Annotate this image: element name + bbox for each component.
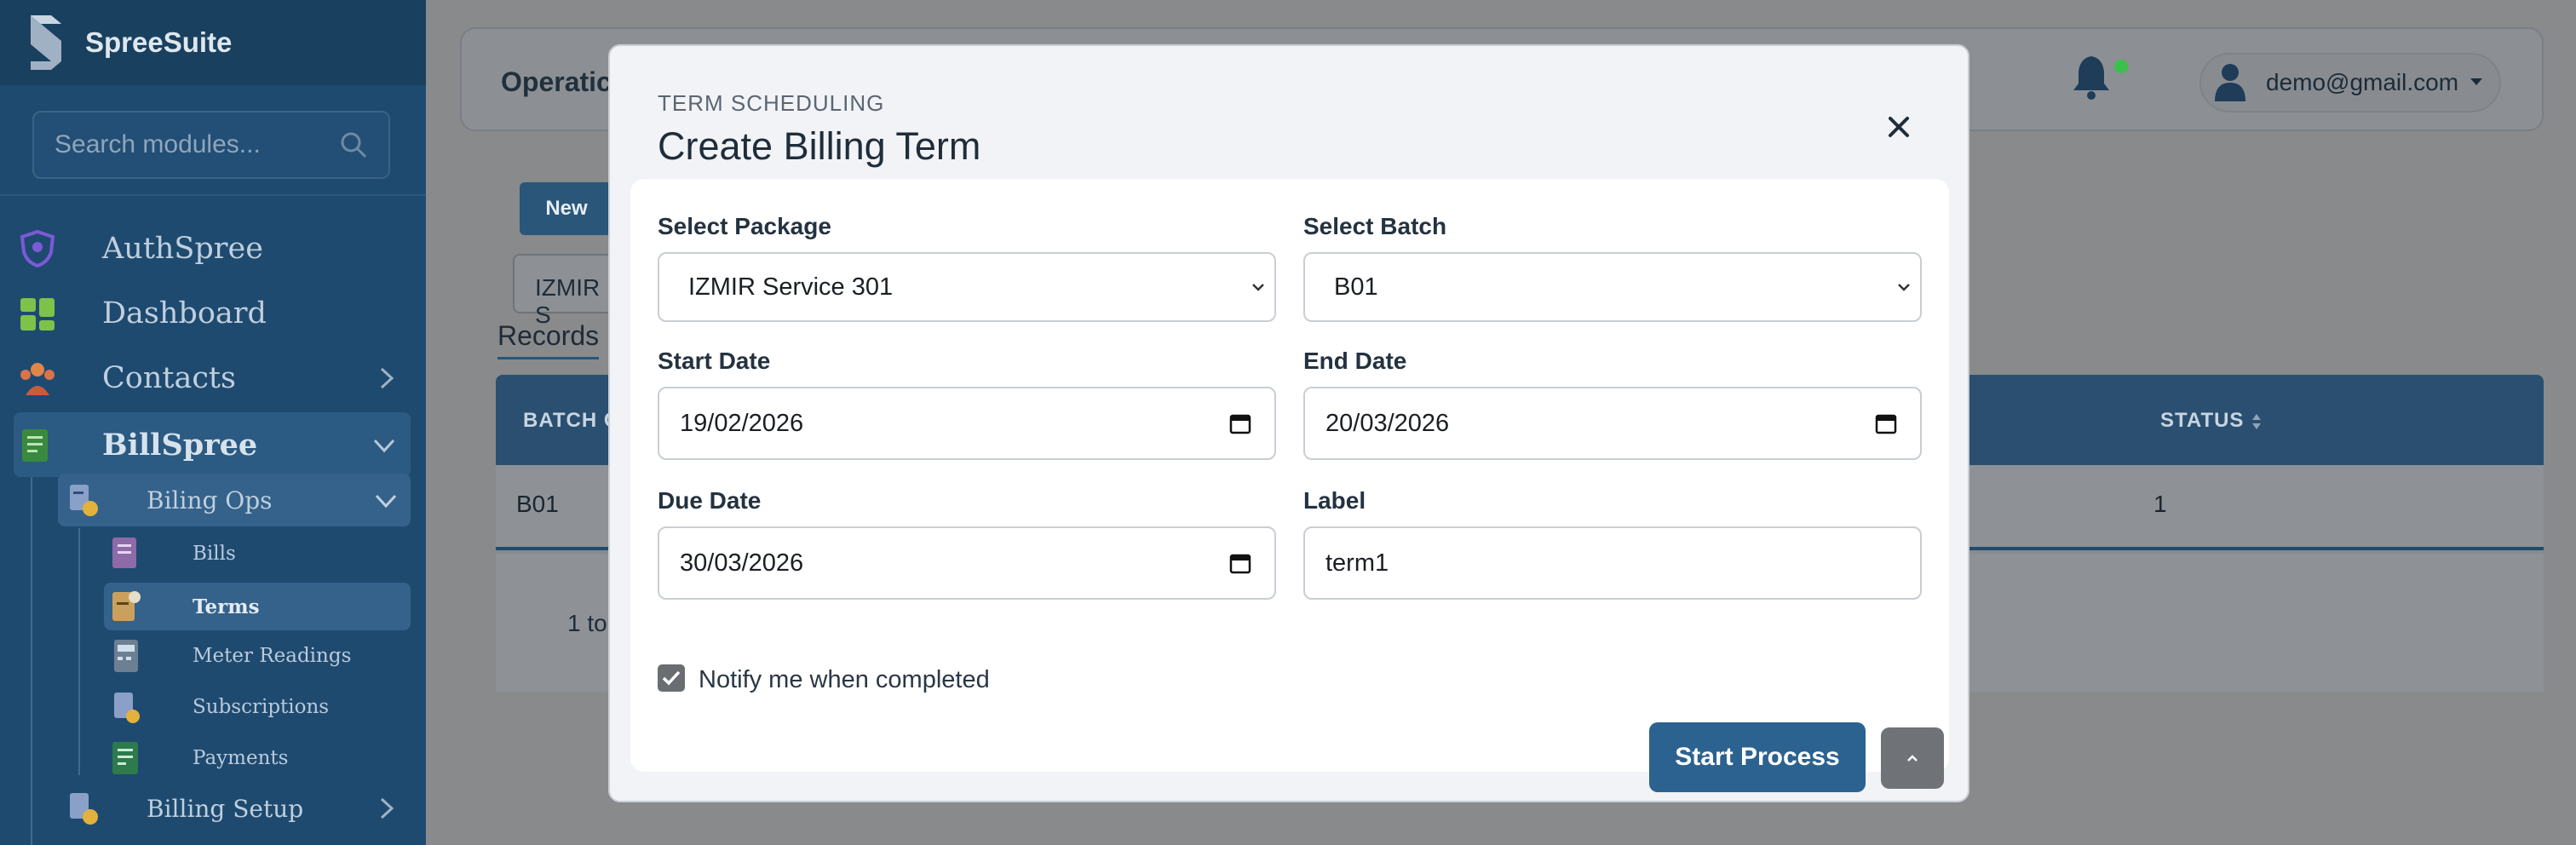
- payments-icon: [112, 742, 138, 774]
- sidebar-item-label: Payments: [193, 747, 289, 769]
- batch-label: Select Batch: [1303, 213, 1447, 239]
- new-button[interactable]: New: [520, 182, 613, 235]
- modal-title: Create Billing Term: [658, 124, 981, 168]
- chevron-right-icon: [380, 797, 394, 819]
- sidebar-item-terms[interactable]: Terms: [104, 583, 411, 630]
- sidebar-item-subscriptions[interactable]: Subscriptions: [104, 683, 411, 731]
- sidebar-item-label: Bills: [193, 543, 236, 565]
- sidebar-item-label: Billing Setup: [147, 794, 304, 823]
- spreesuite-logo-icon: [31, 15, 61, 70]
- sidebar-item-authspree[interactable]: AuthSpree: [0, 216, 426, 281]
- sidebar-group-billing-ops[interactable]: Biling Ops: [58, 474, 411, 526]
- cell-status: 1: [2153, 491, 2167, 517]
- billing-ops-icon: [70, 485, 98, 516]
- module-search[interactable]: Search modules...: [32, 111, 390, 179]
- sidebar-item-contacts[interactable]: Contacts: [0, 346, 426, 411]
- start-date-input[interactable]: 19/02/2026: [658, 387, 1276, 460]
- notification-bell-icon[interactable]: [2065, 51, 2118, 104]
- chevron-right-icon: [380, 367, 394, 389]
- page-title: Operatic: [501, 66, 612, 97]
- chevron-down-icon: [1898, 284, 1910, 291]
- brand[interactable]: SpreeSuite: [0, 0, 426, 85]
- start-date-label: Start Date: [658, 348, 771, 374]
- column-header-status[interactable]: STATUS: [2160, 409, 2244, 433]
- due-date-label: Due Date: [658, 487, 762, 514]
- subscriptions-icon: [114, 693, 140, 723]
- sidebar-item-label: AuthSpree: [102, 232, 263, 266]
- end-date-value: 20/03/2026: [1325, 409, 1450, 437]
- tree-line: [78, 528, 80, 775]
- term-label-value: term1: [1325, 549, 1389, 577]
- shield-icon: [20, 229, 55, 268]
- modal-eyebrow: TERM SCHEDULING: [658, 90, 885, 116]
- sidebar-divider: [0, 194, 426, 196]
- search-input[interactable]: Search modules...: [55, 130, 339, 159]
- due-date-value: 30/03/2026: [680, 549, 804, 577]
- sidebar-item-label: Contacts: [102, 361, 236, 395]
- sort-icon[interactable]: [2251, 412, 2263, 431]
- batch-value: B01: [1334, 273, 1378, 301]
- tree-line: [31, 477, 32, 845]
- user-avatar-icon: [2215, 64, 2245, 101]
- column-header-batch[interactable]: BATCH C: [523, 409, 619, 433]
- notify-checkbox[interactable]: [658, 664, 685, 692]
- notification-indicator: [2114, 60, 2128, 73]
- contacts-icon: [20, 363, 55, 395]
- scroll-up-button[interactable]: [1881, 727, 1944, 789]
- sidebar-item-payments[interactable]: Payments: [104, 734, 411, 782]
- sidebar-item-label: Dashboard: [102, 296, 267, 331]
- sidebar-item-meter-readings[interactable]: Meter Readings: [104, 632, 411, 680]
- package-label: Select Package: [658, 213, 831, 239]
- sidebar-item-billspree[interactable]: BillSpree: [14, 412, 411, 477]
- tab-records[interactable]: Records: [497, 320, 600, 359]
- chevron-up-icon: [1907, 755, 1918, 762]
- billspree-icon: [22, 429, 48, 462]
- calendar-icon[interactable]: [1228, 551, 1252, 575]
- cell-batch: B01: [516, 491, 559, 517]
- batch-select[interactable]: B01: [1303, 252, 1922, 322]
- sidebar: SpreeSuite Search modules... AuthSpree D…: [0, 0, 426, 845]
- bills-icon: [112, 537, 136, 568]
- pagination-info: 1 to: [567, 610, 607, 636]
- search-icon: [341, 132, 367, 158]
- sidebar-item-label: Terms: [193, 595, 260, 618]
- end-date-input[interactable]: 20/03/2026: [1303, 387, 1922, 460]
- checkmark-icon: [662, 670, 681, 686]
- notify-label[interactable]: Notify me when completed: [699, 666, 990, 694]
- caret-down-icon: [2470, 78, 2482, 85]
- chevron-down-icon: [1252, 284, 1264, 291]
- end-date-label: End Date: [1303, 348, 1407, 374]
- sidebar-item-label: BillSpree: [102, 427, 258, 463]
- user-email: demo@gmail.com: [2266, 69, 2459, 95]
- calendar-icon[interactable]: [1228, 411, 1252, 435]
- billing-setup-icon: [70, 793, 98, 825]
- term-label-label: Label: [1303, 487, 1366, 514]
- start-process-button[interactable]: Start Process: [1649, 722, 1866, 792]
- sidebar-item-label: Meter Readings: [193, 645, 352, 667]
- meter-icon: [114, 640, 138, 672]
- sidebar-item-bills[interactable]: Bills: [104, 530, 411, 578]
- due-date-input[interactable]: 30/03/2026: [658, 526, 1276, 600]
- sidebar-item-label: Subscriptions: [193, 696, 330, 718]
- package-select[interactable]: IZMIR Service 301: [658, 252, 1276, 322]
- dashboard-icon: [20, 298, 55, 331]
- user-menu[interactable]: demo@gmail.com: [2199, 53, 2501, 112]
- terms-icon: [112, 591, 141, 621]
- calendar-icon[interactable]: [1874, 411, 1898, 435]
- brand-name: SpreeSuite: [85, 26, 233, 58]
- sidebar-group-label: Biling Ops: [147, 486, 273, 514]
- create-billing-term-modal: TERM SCHEDULING Create Billing Term Sele…: [608, 44, 1969, 802]
- sidebar-item-billing-setup[interactable]: Billing Setup: [58, 779, 411, 838]
- chevron-down-icon: [375, 494, 397, 509]
- term-label-input[interactable]: term1: [1303, 526, 1922, 600]
- close-icon[interactable]: [1884, 112, 1913, 141]
- chevron-down-icon: [373, 439, 395, 453]
- sidebar-item-dashboard[interactable]: Dashboard: [0, 281, 426, 346]
- start-date-value: 19/02/2026: [680, 409, 804, 437]
- modal-body: Select Package IZMIR Service 301 Select …: [630, 179, 1949, 792]
- package-value: IZMIR Service 301: [688, 273, 894, 301]
